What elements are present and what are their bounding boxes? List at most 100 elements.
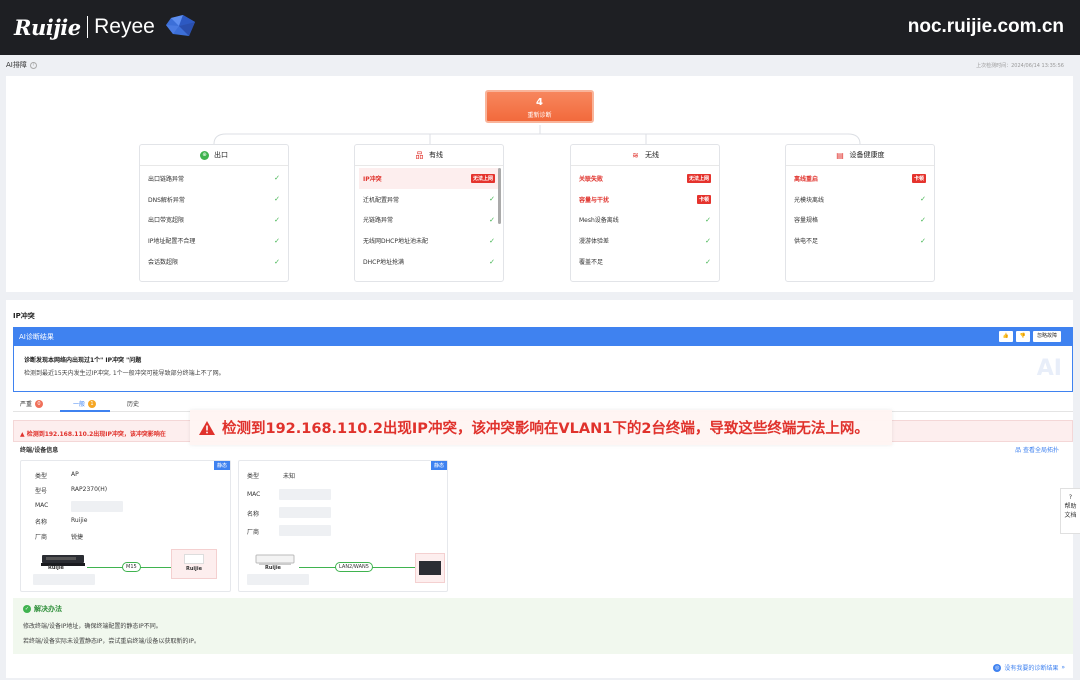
check-item[interactable]: 离线重启 卡顿 bbox=[790, 168, 930, 189]
network-icon: 品 bbox=[415, 150, 424, 160]
conflict-device-box[interactable] bbox=[415, 553, 445, 583]
check-item[interactable]: 容量规格 ✓ bbox=[790, 210, 930, 231]
check-icon: ✓ bbox=[489, 236, 495, 245]
thumbs-down-button[interactable]: 👎 bbox=[1015, 331, 1030, 342]
solution-step: 修改终端/设备IP地址，确保终端配置的静态IP不同。 bbox=[23, 623, 162, 630]
check-item[interactable]: 迁机配置异常 ✓ bbox=[359, 189, 499, 210]
no-result-link[interactable]: ◎ 没有我要的诊断结果 » bbox=[993, 663, 1065, 672]
check-icon: ✓ bbox=[705, 257, 711, 266]
top-header: Ruijie Reyee noc.ruijie.com.cn bbox=[0, 0, 1080, 55]
diagnosis-label: 重新诊断 bbox=[527, 112, 552, 119]
conflict-device-box[interactable]: Ruijie bbox=[171, 549, 217, 579]
pc-icon bbox=[419, 561, 441, 575]
check-icon: ✓ bbox=[274, 195, 280, 204]
ip-conflict-detail: IP冲突 AI诊断结果 👍 👎 忽略故障 诊断发现本网络内出现过1个" IP冲突… bbox=[6, 300, 1073, 678]
check-item[interactable]: 覆盖不足 ✓ bbox=[575, 251, 715, 272]
check-item[interactable]: 出口带宽超限 ✓ bbox=[144, 210, 284, 231]
check-item[interactable]: 光链路异常 ✓ bbox=[359, 210, 499, 231]
check-icon: ✓ bbox=[920, 195, 926, 204]
check-item[interactable]: 无线网DHCP地址池未配 ✓ bbox=[359, 230, 499, 251]
ai-summary: 诊断发现本网络内出现过1个" IP冲突 "问题 bbox=[24, 357, 142, 364]
check-icon: ✓ bbox=[489, 215, 495, 224]
double-chevron-right-icon: » bbox=[1061, 664, 1065, 671]
help-icon[interactable]: ? bbox=[29, 61, 37, 69]
device-vendor: 厂商 锐捷 bbox=[35, 534, 84, 541]
check-icon: ✓ bbox=[274, 257, 280, 266]
globe-icon: ⊕ bbox=[200, 150, 209, 160]
category-header: ≋ 无线 bbox=[571, 145, 719, 166]
feedback-icon: ◎ bbox=[993, 663, 1002, 672]
category-title: 有线 bbox=[429, 151, 443, 159]
category-title: 设备健康度 bbox=[849, 151, 885, 159]
site-domain: noc.ruijie.com.cn bbox=[907, 16, 1064, 37]
help-docs-float[interactable]: ? 帮助 文档 bbox=[1060, 488, 1080, 534]
category-wired: 品 有线 IP冲突 无法上网 迁机配置异常 ✓ 光链路异常 ✓ 无线网DHCP地址池未… bbox=[354, 144, 504, 282]
check-item[interactable]: IP地址配置不合理 ✓ bbox=[144, 230, 284, 251]
ap-icon bbox=[184, 554, 204, 564]
warning-icon bbox=[199, 420, 215, 435]
device-card: 静态 类型 未知 MAC 名称 厂商 Ruijie LAN2/WAN5 bbox=[238, 460, 448, 592]
check-item[interactable]: 光模块离线 ✓ bbox=[790, 189, 930, 210]
tab-severe[interactable]: 严重 0 bbox=[20, 399, 44, 408]
category-device-health: ▤ 设备健康度 离线重启 卡顿 光模块离线 ✓ 容量规格 ✓ 供电不足 ✓ bbox=[785, 144, 935, 282]
check-item[interactable]: 容量与干扰 卡顿 bbox=[575, 189, 715, 210]
brand-logo[interactable]: Ruijie Reyee bbox=[14, 12, 197, 42]
category-wireless: ≋ 无线 关联失败 无法上网 容量与干扰 卡顿 Mesh设备离线 ✓ 漫游体验差 ✓ 覆… bbox=[570, 144, 720, 282]
ai-description: 检测到最近15天内发生过IP冲突, 1个一般冲突可能导致部分终端上不了网。 bbox=[24, 370, 225, 377]
page-title: AI排障 ? bbox=[6, 60, 37, 70]
check-item-ip-conflict[interactable]: IP冲突 无法上网 bbox=[359, 168, 499, 189]
view-topology-link[interactable]: 品 查看全局拓扑 bbox=[1015, 445, 1059, 454]
device-type: 类型 AP bbox=[35, 471, 79, 480]
devices-title: 终端/设备信息 bbox=[20, 447, 59, 454]
ai-result-header: AI诊断结果 👍 👎 忽略故障 bbox=[13, 327, 1073, 346]
device-name: 名称 Ruijie bbox=[35, 517, 88, 526]
device-card: 静态 类型 AP 型号 RAP2370(H) MAC 名称 Ruijie 厂商 锐捷 R… bbox=[20, 460, 231, 592]
status-badge: 无法上网 bbox=[470, 173, 495, 183]
check-item[interactable]: 出口链路异常 ✓ bbox=[144, 168, 284, 189]
solution-title: ✓ 解决办法 bbox=[23, 605, 62, 613]
solution-step: 若终端/设备实际未设置静态IP，尝试重启终端/设备以获取新的IP。 bbox=[23, 638, 200, 645]
check-item[interactable]: 关联失败 无法上网 bbox=[575, 168, 715, 189]
category-header: ⊕ 出口 bbox=[140, 145, 288, 166]
banner-text: 检测到192.168.110.2出现IP冲突，该冲突影响在VLAN1下的2台终端… bbox=[222, 421, 869, 437]
check-item[interactable]: DNS解析异常 ✓ bbox=[144, 189, 284, 210]
check-item[interactable]: DHCP地址抢满 ✓ bbox=[359, 251, 499, 272]
rediagnose-button[interactable]: 4 重新诊断 bbox=[485, 90, 594, 123]
check-icon: ✓ bbox=[274, 215, 280, 224]
redacted-vendor bbox=[279, 525, 331, 536]
scrollbar[interactable] bbox=[498, 168, 501, 224]
device-mac: MAC bbox=[35, 502, 49, 509]
tab-count-badge: 0 bbox=[35, 399, 44, 408]
tab-history[interactable]: 历史 bbox=[127, 399, 139, 408]
left-device-label: Ruijie bbox=[48, 565, 64, 571]
check-item[interactable]: 供电不足 ✓ bbox=[790, 230, 930, 251]
device-name: 名称 bbox=[247, 511, 260, 518]
topology-icon: 品 bbox=[1015, 447, 1023, 454]
tab-normal[interactable]: 一般 1 bbox=[73, 399, 97, 408]
category-title: 无线 bbox=[645, 151, 659, 159]
page-title-text: AI排障 bbox=[6, 61, 27, 69]
category-header: 品 有线 bbox=[355, 145, 503, 166]
status-badge: 卡顿 bbox=[696, 194, 711, 204]
category-header: ▤ 设备健康度 bbox=[786, 145, 934, 166]
check-item[interactable]: 会话数超限 ✓ bbox=[144, 251, 284, 272]
check-icon: ✓ bbox=[705, 215, 711, 224]
thumbs-up-button[interactable]: 👍 bbox=[998, 331, 1013, 342]
wifi-icon: ≋ bbox=[631, 150, 640, 160]
check-icon: ✓ bbox=[920, 215, 926, 224]
diagnosis-count: 4 bbox=[536, 97, 543, 108]
static-tag: 静态 bbox=[213, 461, 230, 470]
left-device-label: Ruijie bbox=[265, 565, 281, 571]
static-tag: 静态 bbox=[430, 461, 447, 470]
gem-icon bbox=[165, 14, 197, 40]
check-icon: ✓ bbox=[274, 174, 280, 183]
check-item[interactable]: 漫游体验差 ✓ bbox=[575, 230, 715, 251]
check-item[interactable]: Mesh设备离线 ✓ bbox=[575, 210, 715, 231]
device-mac: MAC bbox=[247, 491, 261, 498]
status-badge: 无法上网 bbox=[686, 173, 711, 183]
solution-section: ✓ 解决办法 修改终端/设备IP地址，确保终端配置的静态IP不同。 若终端/设备… bbox=[13, 598, 1073, 654]
ignore-fault-button[interactable]: 忽略故障 bbox=[1032, 331, 1061, 342]
redacted-mac bbox=[71, 501, 123, 512]
category-title: 出口 bbox=[214, 151, 228, 159]
active-tab-indicator bbox=[60, 410, 110, 412]
